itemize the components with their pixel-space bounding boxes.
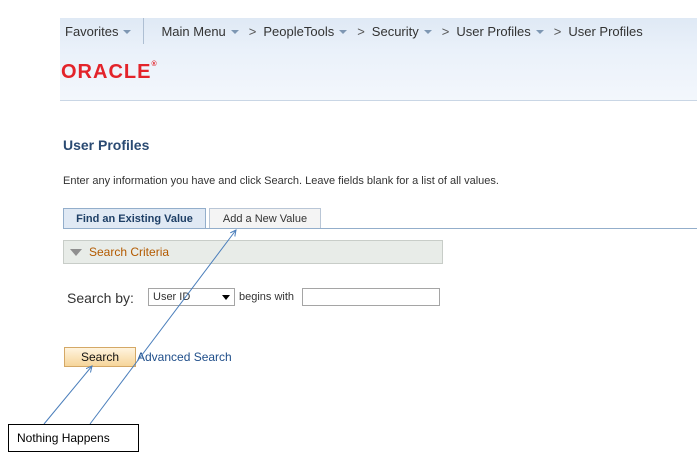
annotation-arrow-to-search xyxy=(43,366,92,425)
annotation-callout: Nothing Happens xyxy=(8,424,139,452)
annotation-callout-text: Nothing Happens xyxy=(17,431,110,445)
annotation-arrows xyxy=(43,0,697,425)
annotation-arrow-to-add-tab xyxy=(89,230,236,425)
